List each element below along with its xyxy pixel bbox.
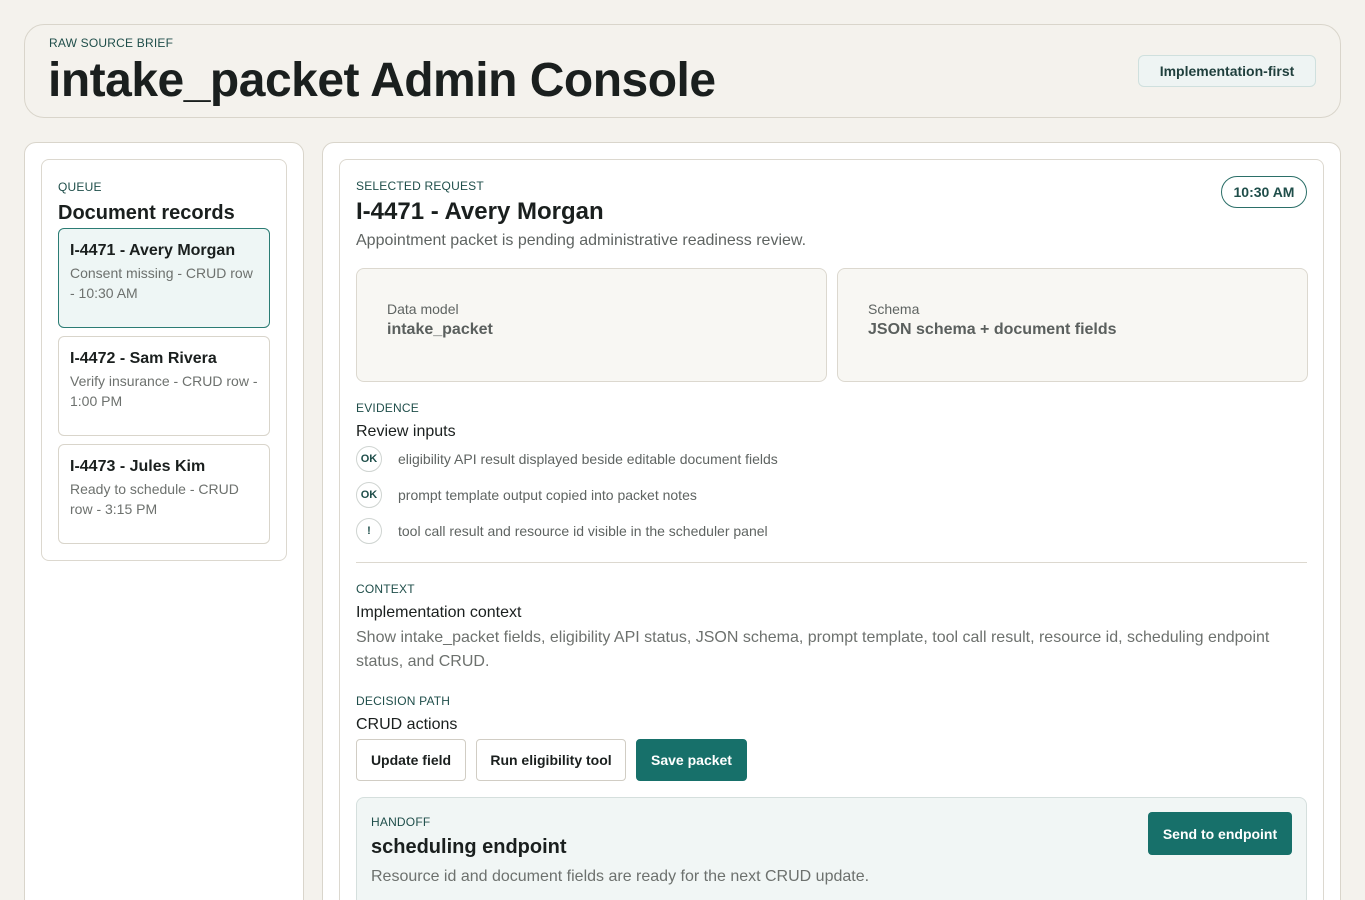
ok-badge-icon: OK	[356, 482, 382, 508]
selected-request-eyebrow: SELECTED REQUEST	[356, 179, 484, 193]
send-to-endpoint-button[interactable]: Send to endpoint	[1148, 812, 1292, 855]
page-title: intake_packet Admin Console	[48, 54, 716, 107]
record-subtitle: Verify insurance - CRUD row - 1:00 PM	[70, 373, 258, 409]
data-model-box: Data model intake_packet	[356, 268, 827, 382]
evidence-text: eligibility API result displayed beside …	[398, 451, 778, 467]
section-divider	[356, 562, 1307, 563]
mode-badge: Implementation-first	[1138, 55, 1316, 87]
header-eyebrow: RAW SOURCE BRIEF	[49, 36, 174, 50]
request-title: I-4471 - Avery Morgan	[356, 198, 604, 225]
context-title: Implementation context	[356, 604, 522, 621]
record-title: I-4473 - Jules Kim	[70, 458, 206, 475]
data-model-label: Data model	[387, 301, 459, 317]
record-title: I-4471 - Avery Morgan	[70, 242, 236, 259]
time-badge: 10:30 AM	[1221, 176, 1307, 208]
handoff-description: Resource id and document fields are read…	[371, 868, 870, 885]
request-description: Appointment packet is pending administra…	[356, 232, 807, 249]
queue-title: Document records	[58, 202, 235, 224]
record-subtitle: Ready to schedule - CRUD row - 3:15 PM	[70, 481, 239, 517]
schema-value: JSON schema + document fields	[868, 321, 1117, 338]
decision-eyebrow: DECISION PATH	[356, 694, 451, 708]
record-item-i-4472[interactable]: I-4472 - Sam Rivera Verify insurance - C…	[58, 336, 270, 436]
evidence-title: Review inputs	[356, 423, 456, 440]
request-detail: SELECTED REQUEST I-4471 - Avery Morgan A…	[339, 159, 1324, 900]
context-eyebrow: CONTEXT	[356, 582, 415, 596]
handoff-eyebrow: HANDOFF	[371, 815, 431, 829]
queue-card: QUEUE Document records I-4471 - Avery Mo…	[41, 159, 287, 561]
evidence-eyebrow: EVIDENCE	[356, 401, 419, 415]
warning-badge-icon: !	[356, 518, 382, 544]
record-subtitle: Consent missing - CRUD row - 10:30 AM	[70, 265, 253, 301]
data-model-value: intake_packet	[387, 321, 493, 338]
decision-title: CRUD actions	[356, 716, 458, 733]
context-text: Show intake_packet fields, eligibility A…	[356, 629, 1270, 670]
evidence-text: tool call result and resource id visible…	[398, 523, 768, 539]
record-item-i-4473[interactable]: I-4473 - Jules Kim Ready to schedule - C…	[58, 444, 270, 544]
evidence-item: ! tool call result and resource id visib…	[356, 518, 768, 544]
record-title: I-4472 - Sam Rivera	[70, 350, 217, 367]
evidence-item: OK prompt template output copied into pa…	[356, 482, 697, 508]
evidence-item: OK eligibility API result displayed besi…	[356, 446, 778, 472]
left-panel: QUEUE Document records I-4471 - Avery Mo…	[24, 142, 304, 900]
main-panel: SELECTED REQUEST I-4471 - Avery Morgan A…	[322, 142, 1341, 900]
schema-box: Schema JSON schema + document fields	[837, 268, 1308, 382]
record-item-i-4471[interactable]: I-4471 - Avery Morgan Consent missing - …	[58, 228, 270, 328]
evidence-text: prompt template output copied into packe…	[398, 487, 697, 503]
page-header: RAW SOURCE BRIEF intake_packet Admin Con…	[24, 24, 1341, 118]
schema-label: Schema	[868, 301, 920, 317]
handoff-card: HANDOFF scheduling endpoint Resource id …	[356, 797, 1307, 900]
queue-eyebrow: QUEUE	[58, 180, 102, 194]
handoff-title: scheduling endpoint	[371, 836, 567, 858]
save-packet-button[interactable]: Save packet	[636, 739, 747, 781]
update-field-button[interactable]: Update field	[356, 739, 466, 781]
ok-badge-icon: OK	[356, 446, 382, 472]
run-eligibility-tool-button[interactable]: Run eligibility tool	[476, 739, 626, 781]
